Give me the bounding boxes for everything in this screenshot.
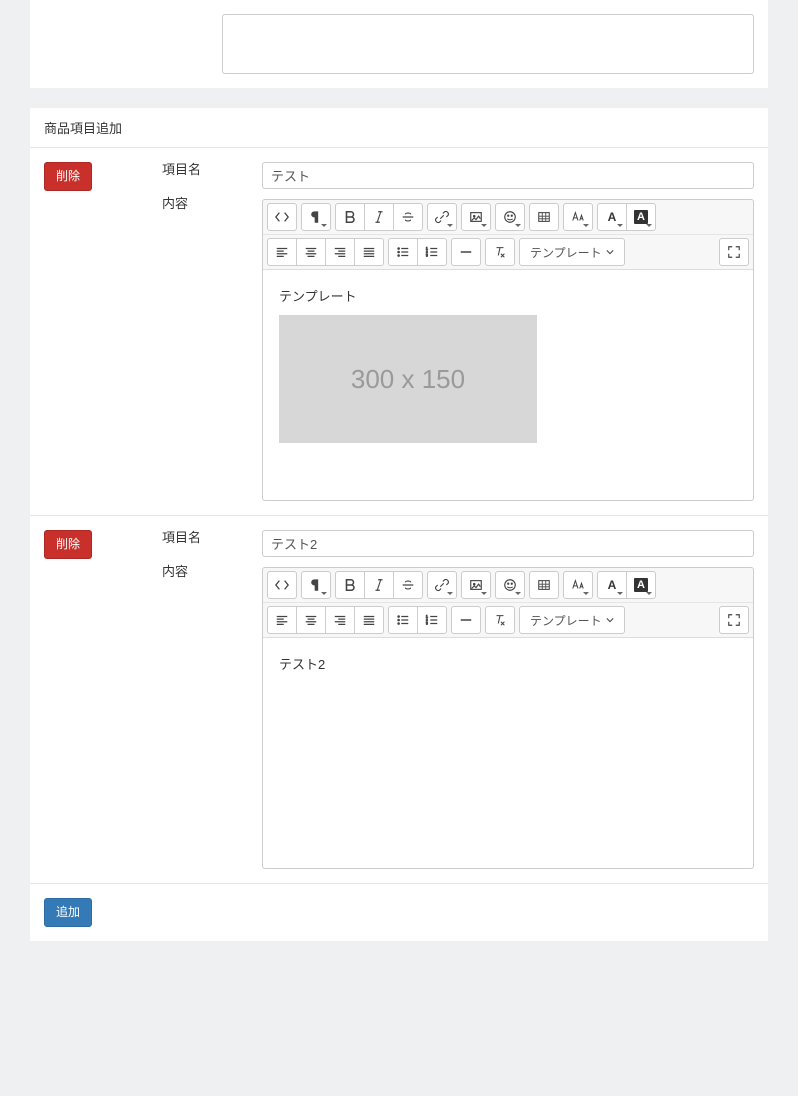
add-button[interactable]: 追加	[44, 898, 92, 927]
align-center-icon[interactable]	[296, 238, 326, 266]
table-icon[interactable]	[529, 203, 559, 231]
content-heading: テンプレート	[279, 286, 737, 305]
fullscreen-icon[interactable]	[719, 238, 749, 266]
bold-icon[interactable]	[335, 203, 365, 231]
placeholder-image-text: 300 x 150	[351, 364, 465, 395]
link-icon[interactable]	[427, 571, 457, 599]
panel-footer: 追加	[30, 883, 768, 941]
editor-content-area[interactable]: テンプレート 300 x 150	[263, 270, 753, 500]
editor-content-area[interactable]: テスト2	[263, 638, 753, 868]
editor-toolbar-row-1: A A	[263, 568, 753, 602]
template-dropdown[interactable]: テンプレート	[519, 606, 625, 634]
strikethrough-icon[interactable]	[393, 571, 423, 599]
delete-button[interactable]: 削除	[44, 530, 92, 559]
ordered-list-icon[interactable]: 123	[417, 606, 447, 634]
ordered-list-icon[interactable]: 123	[417, 238, 447, 266]
svg-text:3: 3	[426, 621, 428, 625]
section-heading: 商品項目追加	[30, 108, 768, 147]
italic-icon[interactable]	[364, 571, 394, 599]
background-color-icon[interactable]: A	[626, 203, 656, 231]
image-icon[interactable]	[461, 203, 491, 231]
code-view-icon[interactable]	[267, 203, 297, 231]
template-dropdown[interactable]: テンプレート	[519, 238, 625, 266]
editor-toolbar-row-2: 123 テンプレート	[263, 602, 753, 637]
previous-panel-fragment	[30, 0, 768, 88]
align-left-icon[interactable]	[267, 606, 297, 634]
label-content: 内容	[162, 564, 262, 580]
editor-toolbar-row-1: A A	[263, 200, 753, 234]
link-icon[interactable]	[427, 203, 457, 231]
paragraph-icon[interactable]	[301, 203, 331, 231]
rich-text-editor: A A 123	[262, 567, 754, 869]
align-right-icon[interactable]	[325, 238, 355, 266]
template-dropdown-label: テンプレート	[530, 244, 602, 261]
placeholder-image: 300 x 150	[279, 315, 537, 443]
horizontal-rule-icon[interactable]	[451, 238, 481, 266]
strikethrough-icon[interactable]	[393, 203, 423, 231]
rich-text-editor: A A 123	[262, 199, 754, 501]
table-icon[interactable]	[529, 571, 559, 599]
item-row: 削除 項目名 内容	[30, 515, 768, 883]
content-text: テスト2	[279, 654, 737, 673]
textarea-placeholder[interactable]	[222, 14, 754, 74]
unordered-list-icon[interactable]	[388, 238, 418, 266]
image-icon[interactable]	[461, 571, 491, 599]
editor-toolbar-row-2: 123 テンプレート	[263, 234, 753, 269]
font-size-icon[interactable]	[563, 203, 593, 231]
paragraph-icon[interactable]	[301, 571, 331, 599]
clear-format-icon[interactable]	[485, 238, 515, 266]
label-item-name: 項目名	[162, 530, 262, 546]
background-color-icon[interactable]: A	[626, 571, 656, 599]
item-name-input[interactable]	[262, 162, 754, 189]
font-color-icon[interactable]: A	[597, 203, 627, 231]
bold-icon[interactable]	[335, 571, 365, 599]
emoji-icon[interactable]	[495, 571, 525, 599]
align-right-icon[interactable]	[325, 606, 355, 634]
font-size-icon[interactable]	[563, 571, 593, 599]
align-justify-icon[interactable]	[354, 606, 384, 634]
label-item-name: 項目名	[162, 162, 262, 178]
align-left-icon[interactable]	[267, 238, 297, 266]
horizontal-rule-icon[interactable]	[451, 606, 481, 634]
align-center-icon[interactable]	[296, 606, 326, 634]
emoji-icon[interactable]	[495, 203, 525, 231]
code-view-icon[interactable]	[267, 571, 297, 599]
fullscreen-icon[interactable]	[719, 606, 749, 634]
clear-format-icon[interactable]	[485, 606, 515, 634]
item-row: 削除 項目名 内容	[30, 147, 768, 515]
delete-button[interactable]: 削除	[44, 162, 92, 191]
product-item-add-panel: 商品項目追加 削除 項目名 内容	[30, 108, 768, 941]
label-content: 内容	[162, 196, 262, 212]
template-dropdown-label: テンプレート	[530, 612, 602, 629]
item-name-input[interactable]	[262, 530, 754, 557]
svg-text:3: 3	[426, 253, 428, 257]
unordered-list-icon[interactable]	[388, 606, 418, 634]
italic-icon[interactable]	[364, 203, 394, 231]
font-color-icon[interactable]: A	[597, 571, 627, 599]
align-justify-icon[interactable]	[354, 238, 384, 266]
